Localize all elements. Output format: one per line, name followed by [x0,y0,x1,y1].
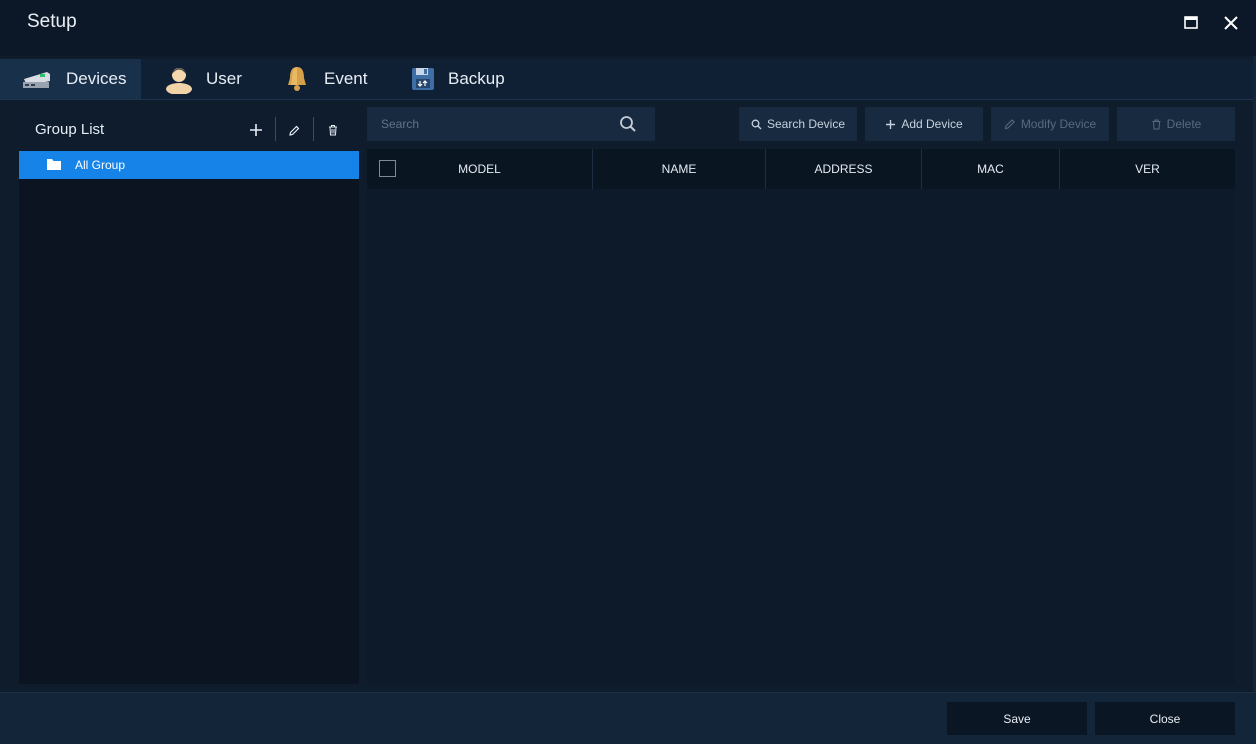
tab-backup[interactable]: Backup [408,59,528,99]
tab-user-label: User [206,69,242,88]
add-device-button[interactable]: Add Device [865,107,983,141]
floppy-disk-icon [412,68,434,90]
column-header-ver[interactable]: VER [1060,149,1235,189]
header-divider [313,117,314,141]
user-icon [166,68,192,94]
tab-user[interactable]: User [160,59,260,99]
close-window-button[interactable] [1220,12,1242,34]
add-group-button[interactable] [245,119,267,141]
devices-icon [23,72,50,88]
column-label: MODEL [458,162,501,176]
column-header-address[interactable]: ADDRESS [766,149,922,189]
modify-device-button[interactable]: Modify Device [991,107,1109,141]
column-label: ADDRESS [814,162,873,176]
tab-devices-label: Devices [66,69,127,88]
maximize-button[interactable] [1180,12,1202,34]
device-table: MODEL NAME ADDRESS MAC VER [367,149,1235,684]
tab-event[interactable]: Event [280,59,390,99]
search-input[interactable] [367,107,621,141]
column-label: MAC [977,162,1004,176]
column-header-model[interactable]: MODEL [367,149,593,189]
plus-icon [250,124,262,136]
search-icon[interactable] [619,115,637,133]
footer-bar: Save Close [0,692,1256,744]
tab-event-label: Event [324,69,368,88]
edit-group-button[interactable] [283,119,305,141]
setup-window: Setup Devices User Event Backup Group Li… [0,0,1256,744]
group-item-label: All Group [75,158,126,172]
header-divider [275,117,276,141]
plus-icon [886,119,896,129]
group-list-title: Group List [35,121,105,138]
group-item-all-group[interactable]: All Group [19,151,359,179]
search-device-label: Search Device [766,117,846,131]
column-header-mac[interactable]: MAC [922,149,1060,189]
table-header: MODEL NAME ADDRESS MAC VER [367,149,1235,189]
search-box [367,107,655,141]
column-label: NAME [661,162,697,176]
window-title: Setup [27,11,77,32]
tab-bar: Devices User Event Backup [0,59,1256,100]
delete-group-button[interactable] [322,119,344,141]
device-panel: Search Device Add Device Modify Device D… [367,107,1235,684]
group-list-header: Group List [19,107,359,151]
group-list-panel: Group List All Group [19,107,359,684]
close-button[interactable]: Close [1095,702,1235,735]
search-icon [751,119,762,129]
delete-device-label: Delete [1166,117,1202,131]
column-label: VER [1135,162,1160,176]
add-device-label: Add Device [901,117,963,131]
bell-icon [288,67,306,91]
maximize-icon [1184,16,1198,29]
tab-backup-label: Backup [448,69,505,88]
tab-devices[interactable]: Devices [0,59,141,99]
column-header-name[interactable]: NAME [593,149,766,189]
title-bar: Setup [0,0,1256,56]
pencil-icon [1004,119,1015,130]
folder-icon [47,159,61,170]
save-button[interactable]: Save [947,702,1087,735]
close-icon [1224,16,1238,30]
trash-icon [1152,119,1161,129]
pencil-icon [288,125,299,136]
delete-device-button[interactable]: Delete [1117,107,1235,141]
search-device-button[interactable]: Search Device [739,107,857,141]
trash-icon [329,125,337,136]
modify-device-label: Modify Device [1020,117,1097,131]
